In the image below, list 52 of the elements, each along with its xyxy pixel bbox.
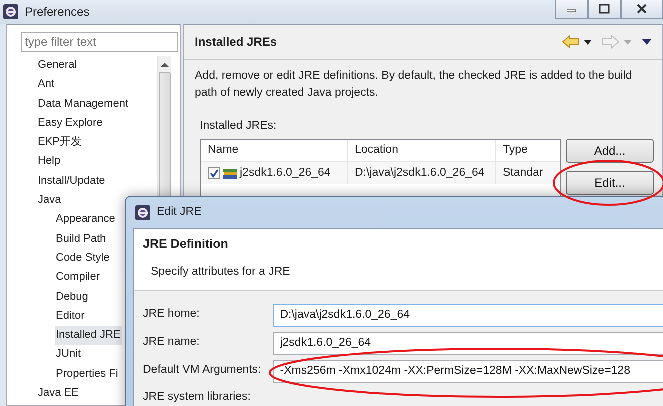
section-label: JRE system libraries: bbox=[143, 390, 252, 405]
tree-item[interactable]: Help bbox=[37, 152, 62, 172]
tree-item[interactable]: Compiler bbox=[55, 268, 102, 288]
tree-item[interactable]: Ant bbox=[37, 75, 56, 95]
app-icon bbox=[3, 4, 19, 20]
page-title: Installed JREs bbox=[195, 34, 278, 51]
close-button[interactable] bbox=[621, 0, 663, 19]
input-field[interactable]: -Xms256m -Xmx1024m -XX:PermSize=128M -XX:MaxNewSize=128 bbox=[273, 360, 663, 382]
tree-item[interactable]: EKP开发 bbox=[37, 133, 84, 152]
tree-item[interactable]: Editor bbox=[55, 306, 86, 326]
field-label: JRE home: bbox=[143, 307, 201, 322]
maximize-icon bbox=[599, 4, 610, 14]
tree-item[interactable]: Easy Explore bbox=[37, 114, 104, 134]
close-icon bbox=[636, 4, 648, 14]
dropdown-icon[interactable] bbox=[584, 40, 592, 44]
dialog-title: Edit JRE bbox=[157, 204, 202, 220]
checkbox[interactable] bbox=[208, 167, 220, 180]
tree-item[interactable]: Java EE bbox=[37, 384, 80, 404]
tree-item[interactable]: JUnit bbox=[55, 345, 82, 365]
column-header[interactable]: Location bbox=[348, 140, 496, 162]
description-text: Add, remove or edit JRE definitions. By default, the checked JRE is added to the build path of newly created Java projects. bbox=[195, 69, 634, 101]
input-field[interactable]: D:\java\j2sdk1.6.0_26_64 bbox=[273, 304, 663, 326]
table-cell-text: j2sdk1.6.0_26_64 bbox=[240, 166, 331, 181]
table-cell-text: Standar bbox=[502, 166, 544, 181]
maximize-button[interactable] bbox=[588, 0, 621, 19]
tree-item[interactable]: General bbox=[37, 56, 78, 76]
action-button[interactable]: Edit... bbox=[566, 171, 654, 196]
library-icon bbox=[223, 166, 238, 180]
menu-icon[interactable] bbox=[642, 39, 652, 45]
scroll-up-icon[interactable] bbox=[160, 62, 168, 68]
tree-item[interactable]: Build Path bbox=[55, 230, 108, 249]
dialog-heading: JRE Definition bbox=[143, 236, 230, 253]
column-header[interactable]: Name bbox=[201, 140, 348, 162]
field-label: Default VM Arguments: bbox=[143, 363, 262, 378]
input-field[interactable]: j2sdk1.6.0_26_64 bbox=[273, 332, 663, 354]
tree-item[interactable]: Java bbox=[37, 191, 62, 210]
field-label: JRE name: bbox=[143, 335, 201, 350]
column-header[interactable]: Type bbox=[496, 140, 560, 162]
tree-item[interactable]: Install/Update bbox=[37, 172, 106, 192]
app-icon bbox=[135, 204, 151, 220]
tree-item[interactable]: Debug bbox=[55, 288, 90, 307]
table-cell: D:\java\j2sdk1.6.0_26_64 bbox=[348, 162, 496, 184]
tree-item[interactable]: Appearance bbox=[55, 210, 116, 230]
action-button[interactable]: Add... bbox=[566, 139, 654, 164]
window-title: Preferences bbox=[25, 4, 90, 21]
filter-field[interactable]: type filter text bbox=[21, 32, 178, 52]
dialog-subtitle: Specify attributes for a JRE bbox=[151, 264, 292, 280]
tree-item[interactable]: Code Style bbox=[55, 248, 111, 268]
tree-item[interactable]: Installed JRE bbox=[55, 326, 122, 346]
table-label: Installed JREs: bbox=[200, 119, 278, 134]
tree-item[interactable]: Data Management bbox=[37, 94, 130, 114]
tree-item[interactable]: Properties Fi bbox=[55, 364, 120, 384]
